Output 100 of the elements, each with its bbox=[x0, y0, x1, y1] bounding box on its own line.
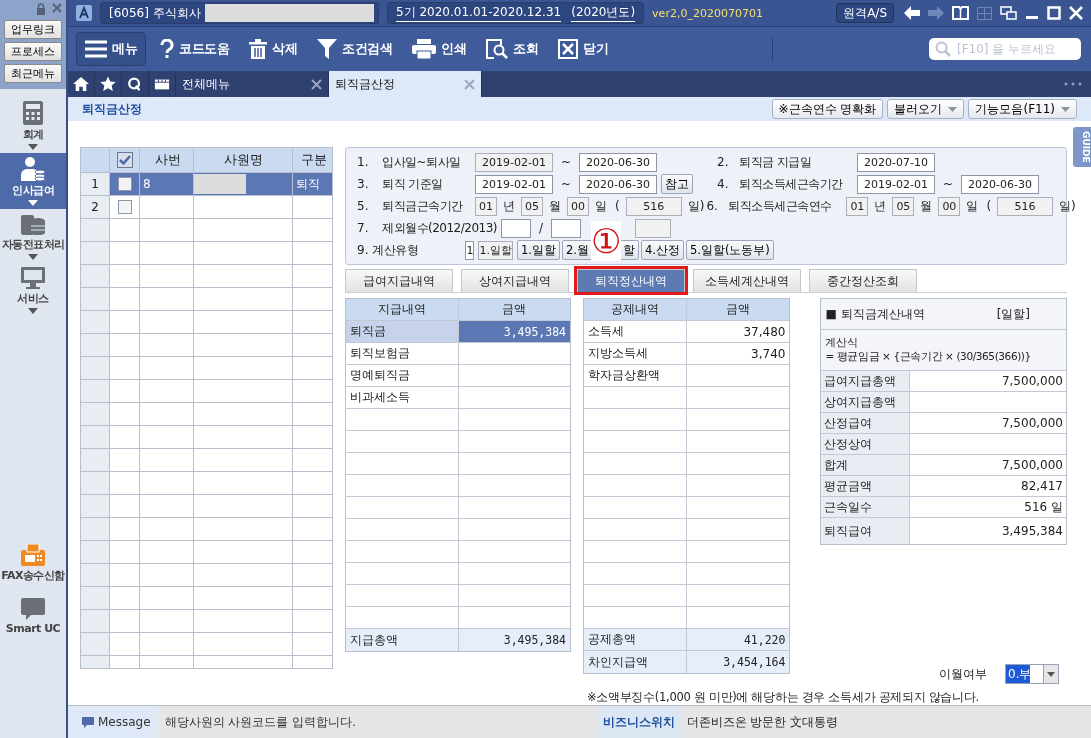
chat-icon bbox=[82, 716, 94, 728]
table-cell: 차인지급액 bbox=[584, 651, 688, 673]
table-row[interactable]: 학자금상환액 bbox=[584, 365, 790, 387]
input-field[interactable] bbox=[501, 218, 531, 238]
employee-row[interactable]: 1 8 퇴직 bbox=[81, 173, 332, 196]
grid-icon[interactable] bbox=[977, 6, 992, 20]
input-field[interactable]: 2019-02-01 bbox=[475, 152, 553, 172]
item-number: 6. bbox=[706, 199, 719, 213]
input-field[interactable]: 2020-06-30 bbox=[579, 152, 658, 172]
input-field[interactable]: 2019-02-01 bbox=[857, 174, 935, 194]
toolbar-button[interactable]: 조회 bbox=[478, 32, 546, 66]
input-field[interactable]: 00 bbox=[567, 196, 589, 216]
page-button[interactable]: 불러오기 bbox=[887, 99, 965, 119]
side-button[interactable]: 프로세스 bbox=[4, 42, 62, 61]
table-row[interactable]: 퇴직보험금 bbox=[346, 343, 570, 365]
caret-icon bbox=[28, 200, 38, 206]
item-number: 3. bbox=[357, 177, 370, 191]
period-field[interactable]: 5기 2020.01.01-2020.12.31 (2020년도) bbox=[387, 2, 645, 24]
maximize-icon[interactable] bbox=[1047, 6, 1061, 20]
company-field[interactable]: [6056] 주식회사 bbox=[100, 2, 379, 24]
lock-icon[interactable] bbox=[36, 3, 46, 15]
input-field[interactable]: 00 bbox=[938, 196, 961, 216]
field-label: 제외월수(2012/2013) bbox=[382, 219, 497, 237]
input-field[interactable]: 2020-06-30 bbox=[961, 174, 1040, 194]
input-field[interactable]: 516 bbox=[997, 196, 1054, 216]
input-field[interactable]: 2020-07-10 bbox=[857, 152, 935, 172]
module-item[interactable]: 인사급여 bbox=[0, 153, 66, 209]
item-number: 5. bbox=[357, 199, 370, 213]
trash-icon bbox=[249, 39, 267, 59]
table-cell: 퇴직보험금 bbox=[346, 343, 459, 364]
input-field[interactable] bbox=[551, 218, 582, 238]
more-icon[interactable] bbox=[1063, 82, 1083, 86]
toolbar-button[interactable]: 삭제 bbox=[241, 32, 305, 66]
side-button[interactable]: 업무링크 bbox=[4, 20, 62, 39]
input-field[interactable]: 1.일할 bbox=[478, 240, 513, 260]
note-text: ※소액부징수(1,000 원 미만)에 해당하는 경우 소득세가 공제되지 않습니다. bbox=[587, 690, 980, 705]
separator-text: ~ bbox=[560, 177, 573, 191]
form-button[interactable]: 참고 bbox=[661, 174, 694, 194]
tab[interactable]: 급여지급내역 bbox=[345, 269, 453, 292]
form-button[interactable]: 4.산정 bbox=[640, 240, 684, 260]
form-button[interactable]: 2.월 bbox=[561, 240, 593, 260]
module-item[interactable]: Smart UC bbox=[0, 594, 66, 638]
column-header[interactable]: 구분 bbox=[293, 148, 332, 172]
unit-text: 일 bbox=[965, 197, 980, 215]
tab[interactable]: 중간정산조회 bbox=[809, 269, 917, 292]
column-header[interactable]: 사번 bbox=[140, 148, 194, 172]
caret-icon bbox=[28, 254, 38, 260]
message-label: Message bbox=[68, 706, 157, 738]
toolbar-button[interactable]: 인쇄 bbox=[404, 32, 474, 66]
page-button[interactable]: ※근속연수 명확화 bbox=[771, 99, 884, 119]
checkbox[interactable] bbox=[117, 177, 132, 191]
back-arrow-icon[interactable] bbox=[904, 6, 920, 20]
table-row[interactable]: 명예퇴직금 bbox=[346, 365, 570, 387]
carry-over-dropdown[interactable]: 0.부 bbox=[1005, 664, 1059, 684]
input-field[interactable]: 01 bbox=[475, 196, 497, 216]
unit-text: 일) bbox=[1058, 197, 1077, 215]
app-logo-icon bbox=[76, 5, 92, 21]
input-field[interactable]: 2020-06-30 bbox=[579, 174, 658, 194]
table-row[interactable]: 퇴직금 3,495,384 bbox=[346, 321, 570, 343]
module-item[interactable]: FAX송수신함 bbox=[0, 540, 66, 586]
module-item[interactable]: 자동전표처리 bbox=[0, 209, 66, 263]
side-button[interactable]: 최근메뉴 bbox=[4, 64, 62, 83]
tab[interactable]: 퇴직정산내역 bbox=[577, 269, 685, 292]
remote-support-button[interactable]: 원격A/S bbox=[836, 3, 894, 23]
module-item[interactable]: 회계 bbox=[0, 97, 66, 153]
page-button[interactable]: 기능모음(F11) bbox=[968, 99, 1077, 119]
column-header[interactable]: 사원명 bbox=[194, 148, 293, 172]
forward-arrow-icon[interactable] bbox=[928, 6, 944, 20]
input-field[interactable]: 2019-02-01 bbox=[475, 174, 553, 194]
toolbar-button[interactable]: 닫기 bbox=[550, 32, 616, 66]
module-label: Smart UC bbox=[5, 622, 61, 635]
table-row[interactable]: 지방소득세 3,740 bbox=[584, 343, 790, 365]
form-button[interactable]: 1.일할 bbox=[516, 240, 560, 260]
module-label: FAX송수신함 bbox=[1, 568, 65, 583]
windows-icon[interactable] bbox=[1000, 6, 1017, 20]
input-field[interactable]: 01 bbox=[846, 196, 869, 216]
toolbar-button[interactable]: 코드도움 bbox=[152, 32, 237, 66]
checkbox[interactable] bbox=[117, 200, 132, 214]
input-field[interactable]: 05 bbox=[521, 196, 543, 216]
input-field[interactable]: 516 bbox=[625, 196, 682, 216]
checkbox[interactable] bbox=[116, 152, 133, 168]
item-number: 2. bbox=[717, 155, 730, 169]
tab[interactable]: 상여지급내역 bbox=[461, 269, 569, 292]
module-item[interactable]: 서비스 bbox=[0, 263, 66, 317]
book-icon[interactable] bbox=[952, 6, 969, 20]
input-field[interactable]: 05 bbox=[892, 196, 915, 216]
table-row[interactable]: 비과세소득 bbox=[346, 387, 570, 409]
section-title: ■ 퇴직금계산내역 bbox=[825, 305, 925, 323]
search-field[interactable]: [F10] 을 누르세요 bbox=[929, 38, 1081, 60]
row-number: 1 bbox=[81, 173, 110, 195]
input-field[interactable] bbox=[635, 218, 672, 238]
table-row[interactable]: 소득세 37,480 bbox=[584, 321, 790, 343]
toolbar-button[interactable]: 메뉴 bbox=[76, 32, 146, 66]
form-button[interactable]: 5.일할(노동부) bbox=[685, 240, 774, 260]
employee-row[interactable]: 2 bbox=[81, 196, 332, 219]
toolbar-button[interactable]: 조건검색 bbox=[309, 32, 400, 66]
table-cell-text: 7,500,000 bbox=[1000, 415, 1064, 432]
tab[interactable]: 소득세계산내역 bbox=[693, 269, 801, 292]
tab[interactable]: 퇴직금산정 bbox=[329, 71, 482, 97]
input-field[interactable]: 1 bbox=[465, 240, 475, 260]
